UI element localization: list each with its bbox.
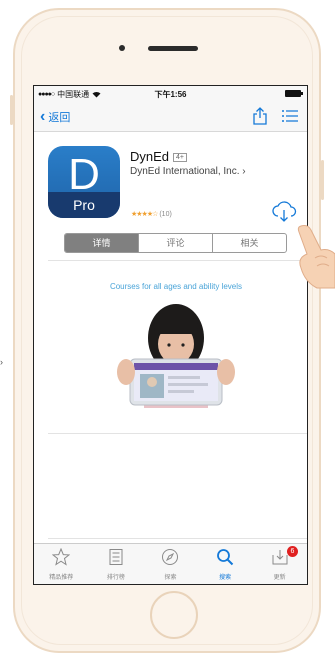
developer-name: DynEd International, Inc. [130,166,240,177]
app-icon: D Pro [48,146,120,218]
app-store-screen: ●●●●○ 中国联通 下午1:56 ‹ 返回 D Pro DynEd 4+ Dyn… [33,85,308,585]
status-bar: ●●●●○ 中国联通 下午1:56 [34,86,307,101]
tab-explore[interactable]: 探索 [143,544,198,584]
tab-featured[interactable]: 精品推荐 [34,544,89,584]
tab-charts[interactable]: 排行榜 [89,544,144,584]
rating-count: (10) [159,211,172,218]
developer-link[interactable]: DynEd International, Inc. › [130,166,246,177]
status-time: 下午1:56 [154,90,187,99]
tab-reviews[interactable]: 评论 [138,234,212,252]
navigation-bar: ‹ 返回 [34,101,307,132]
divider [48,538,307,539]
list-menu-icon[interactable] [281,108,299,124]
back-label: 返回 [48,112,71,124]
tab-bar: 精品推荐 排行榜 探索 搜索 6 更新 [34,543,307,584]
pointer-arrow-icon: › [0,357,3,367]
tab-related[interactable]: 相关 [212,234,286,252]
divider [48,260,307,261]
divider [48,433,307,434]
tab-search[interactable]: 搜索 [198,544,253,584]
share-icon[interactable] [251,107,269,125]
age-rating-badge: 4+ [173,153,188,162]
tab-featured-label: 精品推荐 [49,575,74,581]
updates-badge: 6 [286,546,298,557]
app-icon-badge: Pro [48,192,120,218]
back-button[interactable]: ‹ 返回 [40,109,70,125]
app-name: DynEd 4+ [130,149,188,164]
star-icon [51,547,71,566]
tab-updates[interactable]: 6 更新 [252,544,307,584]
battery-icon [285,90,303,97]
updates-icon [272,550,288,565]
list-icon [109,549,123,565]
cloud-download-icon[interactable] [271,201,297,223]
child-with-tablet-illustration [117,304,235,408]
rating-stars-icon: ★★★★☆ [131,211,158,218]
tab-details[interactable]: 详情 [65,234,138,252]
app-name-text: DynEd [130,149,170,164]
app-rating: ★★★★☆ (10) [131,210,172,218]
segmented-control: 详情 评论 相关 [64,233,287,253]
chevron-left-icon: ‹ [40,108,46,125]
chevron-right-icon: › [242,166,246,177]
search-icon [217,549,234,566]
power-button [321,160,324,200]
home-button[interactable] [150,591,198,639]
compass-icon [162,549,179,565]
earpiece-speaker [148,46,198,51]
front-camera [119,45,125,51]
tab-search-label: 搜索 [219,575,232,581]
pointing-hand-icon [297,225,335,289]
tab-charts-label: 排行榜 [106,575,125,581]
tab-explore-label: 探索 [164,575,177,581]
screenshot-banner[interactable]: Courses for all ages and ability levels [48,272,304,408]
tab-updates-label: 更新 [273,575,286,581]
volume-button [10,95,13,125]
